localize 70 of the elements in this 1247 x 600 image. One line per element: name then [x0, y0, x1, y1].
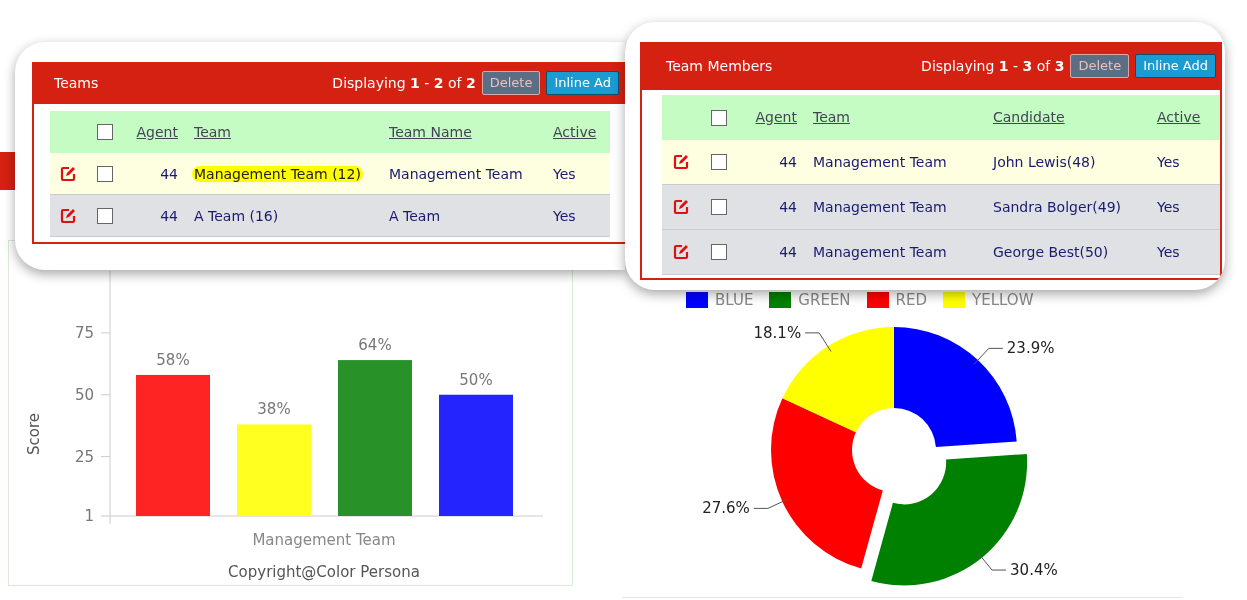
value-label: 50% [459, 370, 493, 389]
panel-title: Teams [53, 73, 99, 93]
checkbox[interactable] [710, 154, 727, 170]
checkbox[interactable] [710, 199, 727, 215]
table-row[interactable]: 44 Management Team (12) Management Team Yes [50, 153, 610, 195]
tick-label: 25 [74, 447, 94, 466]
column-header[interactable]: Active [539, 121, 610, 143]
legend-label[interactable]: BLUE [715, 292, 754, 308]
table-cell: Management Team [813, 199, 947, 215]
value-label: 18.1% [753, 323, 802, 342]
column-header[interactable]: Agent [737, 107, 799, 128]
value-label: 38% [257, 400, 291, 419]
value-label: 64% [358, 336, 392, 355]
checkbox[interactable] [97, 124, 113, 140]
table-row[interactable]: 44 A Team (16) A Team Yes [50, 195, 610, 237]
edit-icon[interactable] [60, 207, 76, 224]
table-cell: 44 [779, 244, 797, 260]
edit-icon[interactable] [673, 199, 689, 215]
axis-title: Score [25, 413, 43, 455]
checkbox[interactable] [710, 244, 727, 260]
category-label: Management Team [252, 531, 396, 549]
table-cell: Yes [553, 207, 576, 224]
table-row[interactable]: 44 Management Team John Lewis(48) Yes [662, 140, 1220, 185]
table-cell: Yes [553, 165, 576, 182]
leader-line [753, 498, 789, 509]
tick-label: 1 [84, 507, 94, 525]
table-cell: Yes [1157, 199, 1180, 215]
value-label: 27.6% [702, 499, 750, 518]
table-cell: 44 [160, 165, 178, 182]
table-cell: A Team [389, 207, 441, 224]
table-cell: George Best(50) [993, 244, 1109, 260]
value-label: 30.4% [1010, 561, 1058, 580]
tick-label: 75 [74, 323, 94, 342]
table-cell: 44 [779, 199, 797, 215]
table-row[interactable]: 44 Management Team Sandra Bolger(49) Yes [662, 185, 1220, 230]
table-cell: Management Team (12) [192, 165, 363, 182]
edit-icon[interactable] [673, 244, 689, 260]
leader-line [973, 347, 1004, 365]
paging-text: Displaying 1 - 2 of 2 [332, 73, 476, 93]
table-cell: Management Team [389, 165, 523, 182]
leader-line [804, 332, 832, 352]
table-cell: Yes [1157, 154, 1180, 170]
edit-icon[interactable] [673, 154, 689, 170]
edit-icon[interactable] [60, 165, 76, 182]
leader-line [977, 552, 1007, 571]
checkbox[interactable] [710, 109, 727, 126]
table-cell: Yes [1157, 244, 1180, 260]
column-header[interactable]: Agent [124, 121, 180, 143]
axis-title: Copyright@Color Persona [228, 563, 420, 581]
legend-label[interactable]: YELLOW [972, 292, 1034, 308]
tick-label: 50 [74, 385, 94, 404]
panel-title: Team Members [665, 56, 773, 76]
paging-text: Displaying 1 - 3 of 3 [921, 56, 1065, 76]
checkbox[interactable] [97, 207, 113, 224]
table-cell: 44 [160, 207, 178, 224]
table-cell: Management Team [813, 154, 947, 170]
column-header[interactable]: Team [799, 107, 979, 128]
checkbox[interactable] [97, 165, 113, 182]
column-header[interactable]: Team [180, 121, 375, 143]
column-header[interactable]: Active [1143, 107, 1220, 128]
value-label: 23.9% [1006, 339, 1055, 358]
column-header[interactable]: Team Name [375, 121, 539, 143]
table-cell: Management Team [813, 244, 947, 260]
table-cell: Sandra Bolger(49) [993, 199, 1122, 215]
table-row[interactable]: 44 Management Team George Best(50) Yes [662, 230, 1220, 275]
table-cell: 44 [779, 154, 797, 170]
value-label: 58% [156, 350, 190, 369]
column-header[interactable]: Candidate [979, 107, 1143, 128]
table-cell: John Lewis(48) [993, 154, 1096, 170]
table-cell: A Team (16) [194, 207, 279, 224]
